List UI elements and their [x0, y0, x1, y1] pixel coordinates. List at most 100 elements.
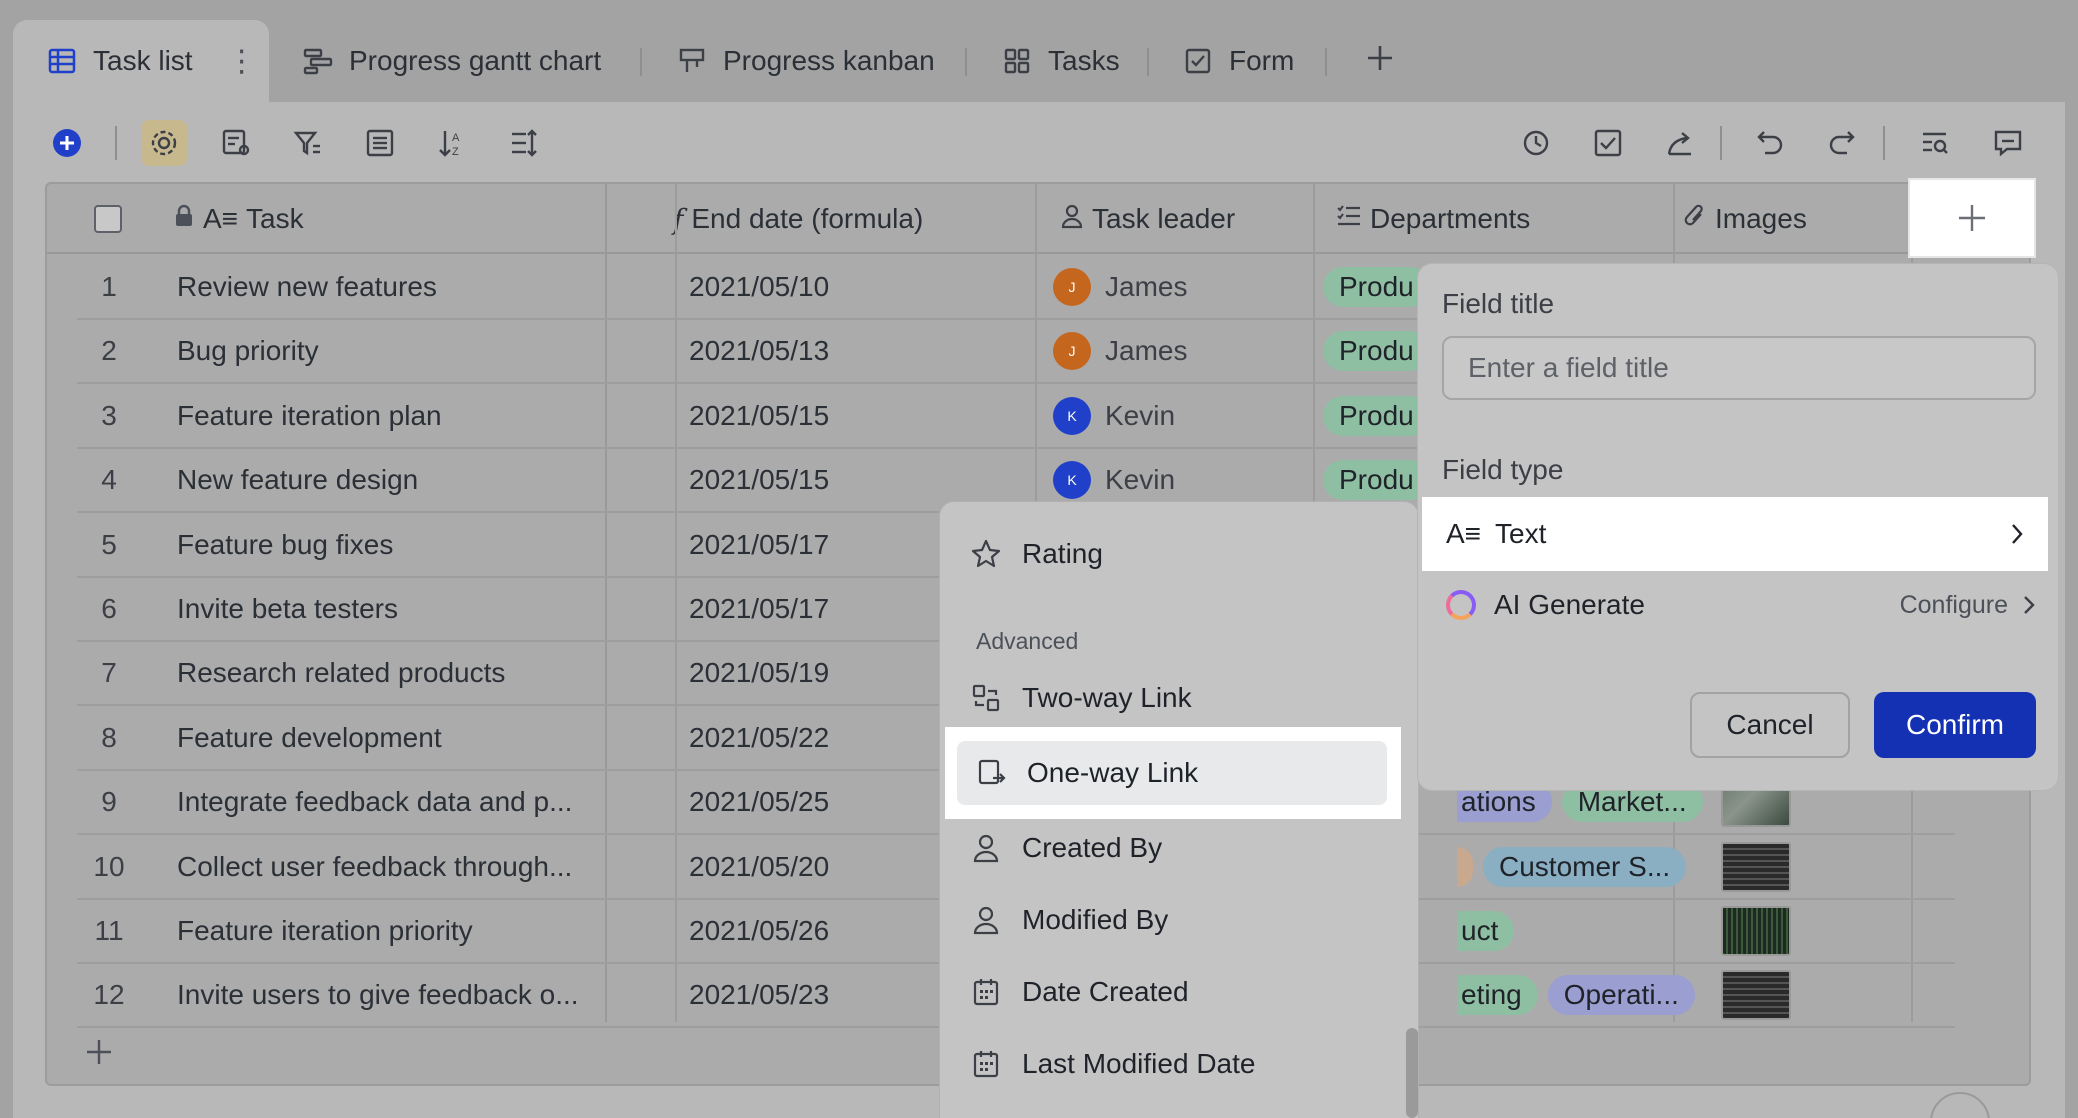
check-button[interactable]: [1585, 120, 1631, 166]
filter-button[interactable]: [285, 120, 331, 166]
history-button[interactable]: [1513, 120, 1559, 166]
image-thumbnail[interactable]: [1721, 841, 1791, 892]
comment-button[interactable]: [1985, 120, 2031, 166]
form-icon: [1181, 44, 1215, 78]
end-date-cell[interactable]: 2021/05/10: [689, 256, 829, 318]
end-date-cell[interactable]: 2021/05/20: [689, 836, 829, 898]
column-header-departments[interactable]: Departments: [1336, 184, 1530, 254]
images-cell[interactable]: [1721, 836, 1791, 898]
end-date-cell[interactable]: 2021/05/13: [689, 320, 829, 382]
more-icon[interactable]: ⋮: [227, 44, 257, 79]
menu-item-two-way-link[interactable]: Two-way Link: [970, 668, 1192, 728]
ai-generate-row[interactable]: AI Generate Configure: [1442, 577, 2036, 633]
task-leader-cell[interactable]: J James: [1053, 256, 1187, 318]
column-header-images[interactable]: Images: [1683, 184, 1807, 254]
tab-progress-gantt-chart[interactable]: Progress gantt chart: [301, 20, 601, 102]
redo-icon: [1829, 131, 1855, 155]
task-cell[interactable]: Invite users to give feedback o...: [177, 964, 597, 1026]
departments-cell[interactable]: eting Operati...: [1457, 964, 1705, 1026]
menu-item-label: Last Modified Date: [1022, 1048, 1256, 1079]
person-name: James: [1105, 271, 1188, 302]
task-cell[interactable]: Feature bug fixes: [177, 514, 597, 576]
menu-item-date-created[interactable]: Date Created: [970, 962, 1189, 1022]
group-button[interactable]: [357, 120, 403, 166]
end-date-cell[interactable]: 2021/05/17: [689, 514, 829, 576]
tab-label: Task list: [93, 45, 193, 76]
confirm-button[interactable]: Confirm: [1874, 692, 2036, 758]
end-date-cell[interactable]: 2021/05/25: [689, 771, 829, 833]
task-cell[interactable]: Feature iteration plan: [177, 385, 597, 447]
add-view-button[interactable]: [1365, 20, 1395, 102]
undo-button[interactable]: [1747, 120, 1793, 166]
kanban-icon: [675, 44, 709, 78]
ai-generate-label: AI Generate: [1494, 589, 1645, 620]
tab-form[interactable]: Form: [1181, 20, 1294, 102]
task-cell[interactable]: Integrate feedback data and p...: [177, 771, 597, 833]
row-number: 12: [93, 979, 125, 1011]
add-field-button[interactable]: [1908, 178, 2036, 258]
end-date-cell[interactable]: 2021/05/22: [689, 707, 829, 769]
share-button[interactable]: [1657, 120, 1703, 166]
task-cell[interactable]: New feature design: [177, 449, 597, 511]
field-type-select[interactable]: A≡ Text: [1422, 497, 2048, 571]
row-number: 7: [101, 657, 117, 689]
task-cell[interactable]: Feature development: [177, 707, 597, 769]
task-cell[interactable]: Research related products: [177, 642, 597, 704]
task-cell[interactable]: Bug priority: [177, 320, 597, 382]
images-cell[interactable]: [1721, 900, 1791, 962]
column-header-end-date[interactable]: f End date (formula): [673, 184, 923, 254]
field-title-input[interactable]: Enter a field title: [1442, 336, 2036, 400]
cancel-button[interactable]: Cancel: [1690, 692, 1850, 758]
end-date-cell[interactable]: 2021/05/15: [689, 385, 829, 447]
sort-button[interactable]: AZ: [429, 120, 475, 166]
select-all-checkbox[interactable]: [93, 184, 123, 254]
end-date-cell[interactable]: 2021/05/23: [689, 964, 829, 1026]
person-icon: [970, 904, 1002, 936]
end-date-cell[interactable]: 2021/05/15: [689, 449, 829, 511]
field-settings-button[interactable]: [213, 120, 259, 166]
end-date-cell[interactable]: 2021/05/19: [689, 642, 829, 704]
menu-scrollbar[interactable]: [1406, 1028, 1418, 1118]
toolbar-divider: [115, 126, 117, 160]
image-thumbnail[interactable]: [1721, 970, 1791, 1021]
tab-label: Tasks: [1048, 45, 1120, 76]
menu-item-created-by[interactable]: Created By: [970, 818, 1162, 878]
tab-progress-kanban[interactable]: Progress kanban: [675, 20, 935, 102]
row-number: 10: [93, 850, 125, 882]
menu-item-label: Rating: [1022, 538, 1103, 569]
add-row-button[interactable]: [83, 1036, 115, 1073]
task-cell[interactable]: Invite beta testers: [177, 578, 597, 640]
tab-task-list[interactable]: Task list ⋮: [13, 20, 269, 102]
end-date-cell[interactable]: 2021/05/26: [689, 900, 829, 962]
menu-item-rating[interactable]: Rating: [970, 524, 1103, 584]
image-thumbnail[interactable]: [1721, 906, 1791, 956]
calendar-icon: [970, 1048, 1002, 1080]
row-height-button[interactable]: [501, 120, 547, 166]
menu-item-one-way-link[interactable]: One-way Link: [957, 741, 1387, 805]
row-number: 5: [101, 528, 117, 560]
end-date-cell[interactable]: 2021/05/17: [689, 578, 829, 640]
departments-cell[interactable]: uct: [1457, 900, 1524, 962]
task-cell[interactable]: Collect user feedback through...: [177, 836, 597, 898]
tab-tasks[interactable]: Tasks: [1000, 20, 1120, 102]
menu-item-modified-by[interactable]: Modified By: [970, 890, 1168, 950]
departments-cell[interactable]: Customer S...: [1457, 836, 1696, 898]
task-cell[interactable]: Review new features: [177, 256, 597, 318]
task-leader-cell[interactable]: K Kevin: [1053, 385, 1175, 447]
column-header-task-leader[interactable]: Task leader: [1060, 184, 1235, 254]
column-header-task[interactable]: A≡ Task: [173, 184, 304, 254]
menu-item-label: One-way Link: [1027, 757, 1199, 788]
configure-link[interactable]: Configure: [1900, 577, 2036, 633]
tab-divider: [1147, 48, 1149, 76]
add-record-button[interactable]: [44, 120, 90, 166]
search-button[interactable]: [1912, 120, 1958, 166]
task-leader-cell[interactable]: J James: [1053, 320, 1187, 382]
attachment-icon: [1683, 202, 1707, 237]
share-icon: [1667, 132, 1691, 156]
field-type-value: Text: [1495, 518, 1547, 549]
menu-item-last-modified-date[interactable]: Last Modified Date: [970, 1034, 1255, 1094]
settings-button[interactable]: [141, 120, 187, 166]
redo-button[interactable]: [1819, 120, 1865, 166]
images-cell[interactable]: [1721, 964, 1791, 1026]
task-cell[interactable]: Feature iteration priority: [177, 900, 597, 962]
